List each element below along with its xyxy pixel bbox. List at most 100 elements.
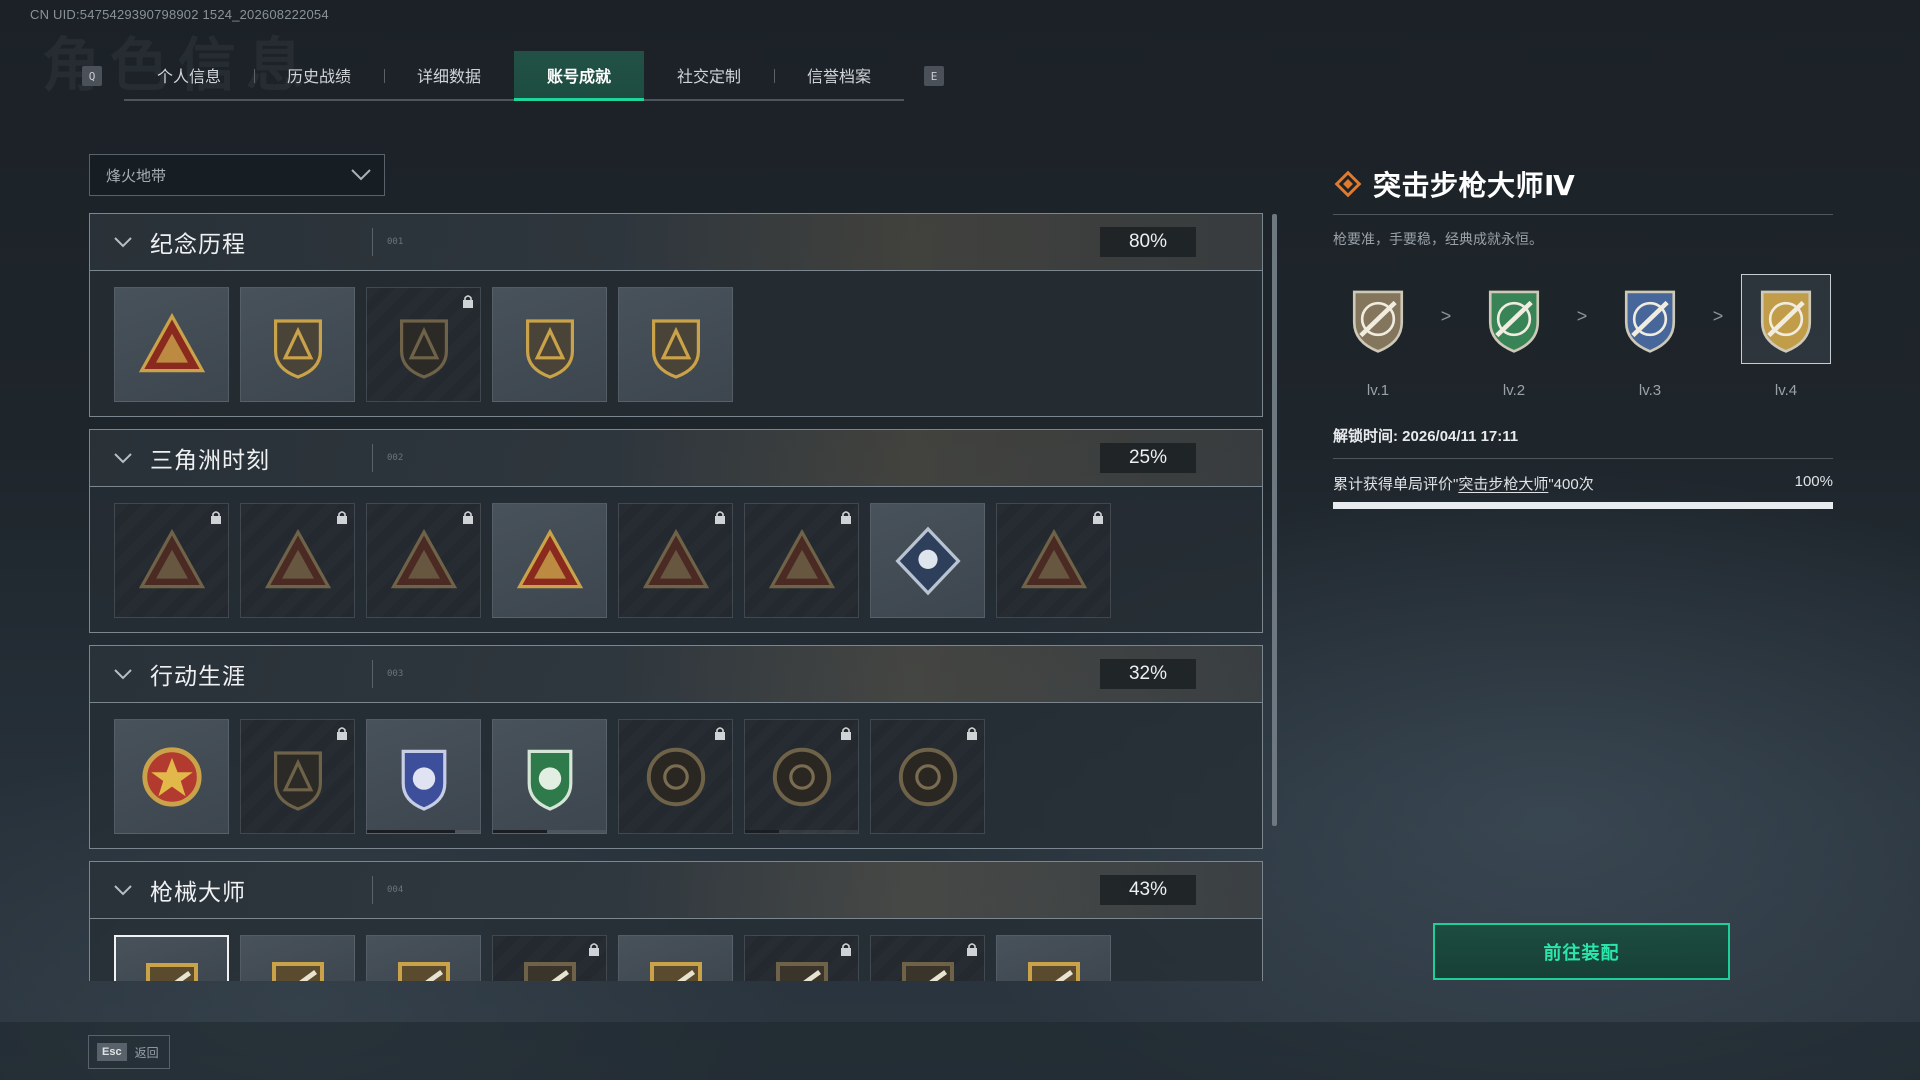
bottle-tri-badge-icon xyxy=(138,528,205,588)
condition-link[interactable]: 突击步枪大师 xyxy=(1458,476,1548,493)
condition-text: 累计获得单局评价"突击步枪大师"400次 xyxy=(1333,476,1594,493)
achievement-tile[interactable] xyxy=(870,935,985,981)
achievement-tile[interactable] xyxy=(744,719,859,834)
condition-row: 累计获得单局评价"突击步枪大师"400次 100% xyxy=(1333,473,1833,494)
lock-icon xyxy=(840,726,852,745)
unlock-time: 解锁时间: 2026/04/11 17:11 xyxy=(1333,428,1519,445)
achievement-tile[interactable] xyxy=(618,287,733,402)
lock-icon xyxy=(336,726,348,745)
achievement-tile[interactable] xyxy=(366,287,481,402)
achievement-tile[interactable] xyxy=(114,719,229,834)
achievement-tile[interactable] xyxy=(366,935,481,981)
equip-button[interactable]: 前往装配 xyxy=(1433,923,1730,980)
achievement-tile[interactable] xyxy=(618,719,733,834)
achievement-tile[interactable] xyxy=(744,503,859,618)
achievement-tile[interactable] xyxy=(492,503,607,618)
section-header[interactable]: 纪念历程 001 80% xyxy=(89,213,1263,271)
tab-6[interactable]: 信誉档案 xyxy=(774,51,904,99)
level-item[interactable]: lv.4 xyxy=(1741,274,1831,399)
divider xyxy=(372,444,373,472)
achievement-tile[interactable] xyxy=(240,503,355,618)
chevron-down-icon[interactable] xyxy=(112,879,134,901)
section-body xyxy=(89,487,1263,633)
achievement-detail-panel: 突击步枪大师Ⅳ 枪要准，手要稳，经典成就永恒。 lv.1 > lv.2 > lv.3… xyxy=(1333,164,1833,509)
level-item[interactable]: lv.2 xyxy=(1469,274,1559,399)
achievement-tile[interactable] xyxy=(366,719,481,834)
achievement-tile[interactable] xyxy=(618,503,733,618)
achievement-tile[interactable] xyxy=(870,503,985,618)
section-header[interactable]: 行动生涯 003 32% xyxy=(89,645,1263,703)
section-code: 004 xyxy=(387,885,404,895)
section-title: 纪念历程 xyxy=(150,231,246,257)
achievement-section: 行动生涯 003 32% xyxy=(89,645,1263,849)
lock-icon xyxy=(840,942,852,961)
achievement-tile[interactable] xyxy=(996,503,1111,618)
mode-dropdown-value: 烽火地带 xyxy=(106,167,167,185)
achievement-tile[interactable] xyxy=(114,503,229,618)
section-code: 002 xyxy=(387,453,404,463)
section-header[interactable]: 枪械大师 004 43% xyxy=(89,861,1263,919)
lock-icon xyxy=(588,942,600,961)
section-title: 三角洲时刻 xyxy=(150,447,270,473)
divider xyxy=(372,660,373,688)
shield-dark-badge-icon xyxy=(273,750,322,811)
tab-3[interactable]: 详细数据 xyxy=(384,51,514,99)
achievement-tile[interactable] xyxy=(618,935,733,981)
tile-progress-bar xyxy=(493,830,606,833)
level-item[interactable]: lv.3 xyxy=(1605,274,1695,399)
section-title: 枪械大师 xyxy=(150,879,246,905)
section-code: 001 xyxy=(387,237,404,247)
list-scrollbar[interactable] xyxy=(1272,214,1277,826)
achievement-tile[interactable] xyxy=(492,719,607,834)
achievement-tile[interactable] xyxy=(240,719,355,834)
achievement-tile[interactable] xyxy=(996,935,1111,981)
rose-diamond-badge-icon xyxy=(894,526,961,595)
tab-list: 个人信息 历史战绩 详细数据 账号成就 社交定制 信誉档案 xyxy=(124,51,904,101)
rifle-master-badge-icon xyxy=(271,962,324,981)
section-header[interactable]: 三角洲时刻 002 25% xyxy=(89,429,1263,487)
tab-5[interactable]: 社交定制 xyxy=(644,51,774,99)
rifle-master-badge-icon xyxy=(775,962,828,981)
tab-1[interactable]: 个人信息 xyxy=(124,51,254,99)
back-label: 返回 xyxy=(134,1045,159,1060)
lock-icon xyxy=(840,510,852,529)
figure-tri-badge-icon xyxy=(264,528,331,588)
achievement-tile[interactable] xyxy=(240,287,355,402)
achievement-tile[interactable] xyxy=(492,287,607,402)
chevron-down-icon[interactable] xyxy=(112,663,134,685)
lock-icon xyxy=(462,510,474,529)
lock-icon xyxy=(714,726,726,745)
level-item[interactable]: lv.1 xyxy=(1333,274,1423,399)
divider xyxy=(1333,458,1833,459)
mode-dropdown[interactable]: 烽火地带 xyxy=(89,154,385,196)
number-one-badge-icon xyxy=(651,318,700,379)
rifle-master-badge-icon xyxy=(397,962,450,981)
back-button[interactable]: Esc 返回 xyxy=(88,1035,170,1069)
condition-percent: 100% xyxy=(1794,473,1833,490)
level-arrow: > xyxy=(1576,306,1588,326)
soldiers-tri-badge-icon xyxy=(516,528,583,588)
achievement-tile[interactable] xyxy=(366,503,481,618)
tab-4[interactable]: 账号成就 xyxy=(514,51,644,101)
tab-2[interactable]: 历史战绩 xyxy=(254,51,384,99)
tile-progress-bar xyxy=(367,830,480,833)
chevron-down-icon[interactable] xyxy=(112,447,134,469)
achievement-tile[interactable] xyxy=(744,935,859,981)
green-shield-badge-icon xyxy=(527,749,572,811)
chevron-down-icon[interactable] xyxy=(112,231,134,253)
level-label: lv.1 xyxy=(1366,382,1390,399)
achievement-tile[interactable] xyxy=(492,935,607,981)
next-tab-key[interactable]: E xyxy=(924,66,944,86)
achievement-tile[interactable] xyxy=(870,719,985,834)
lock-icon xyxy=(966,726,978,745)
achievement-tile[interactable] xyxy=(114,935,229,981)
star-medal-badge-icon xyxy=(141,746,202,807)
achievement-title: 突击步枪大师Ⅳ xyxy=(1373,170,1576,201)
achievement-tile[interactable] xyxy=(114,287,229,402)
fish-tri-badge-icon xyxy=(768,528,835,588)
skull-coin-badge-icon xyxy=(772,747,831,806)
prev-tab-key[interactable]: Q xyxy=(82,66,102,86)
achievement-tile[interactable] xyxy=(240,935,355,981)
achievement-list[interactable]: 纪念历程 001 80% 三角洲时刻 002 25% 行动生涯 003 32% … xyxy=(89,213,1263,981)
section-percent: 80% xyxy=(1100,227,1196,257)
